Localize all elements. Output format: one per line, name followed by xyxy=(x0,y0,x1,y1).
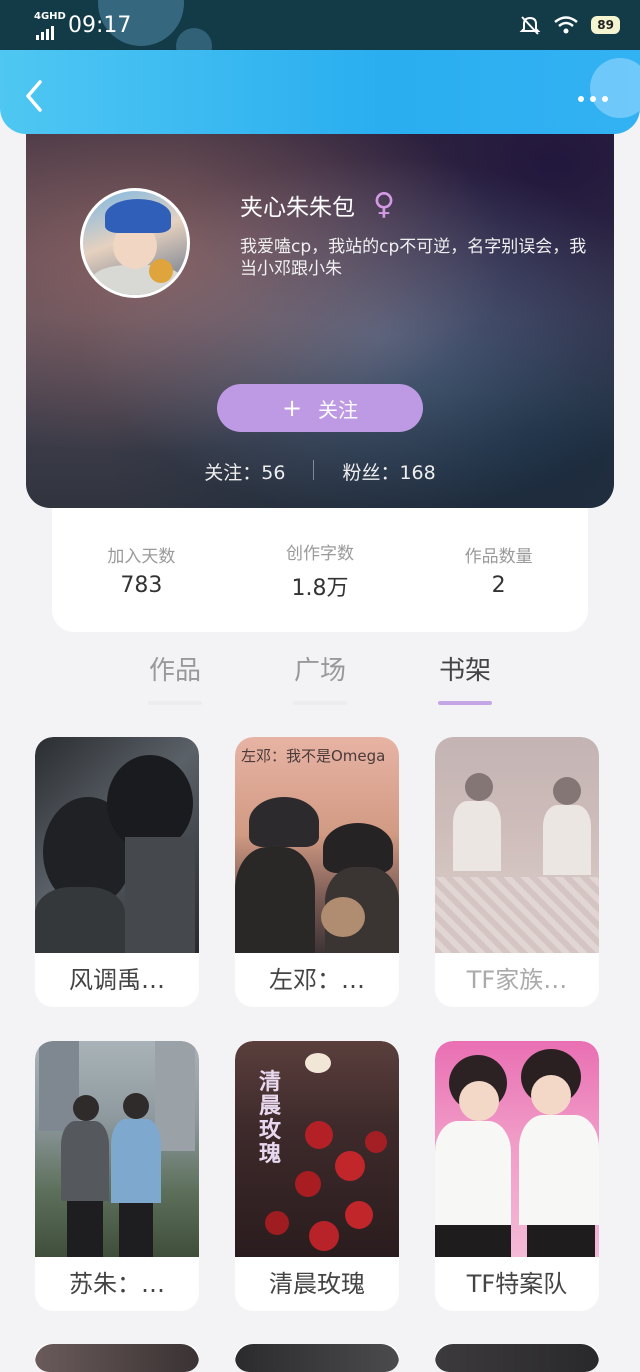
profile-card: 夹心朱朱包 ♀ 我爱嗑cp，我站的cp不可逆，名字别误会，我当小邓跟小朱 + 关… xyxy=(26,126,614,508)
book-cover xyxy=(235,1344,399,1372)
content-tabs: 作品 广场 书架 xyxy=(100,650,540,706)
tab-label: 书架 xyxy=(438,656,491,686)
book-cover: 清晨玫瑰 xyxy=(235,1041,399,1257)
book-card[interactable]: 左邓：我不是Omega 左邓：… xyxy=(235,737,399,1007)
stat-value: 783 xyxy=(120,573,163,598)
book-cover xyxy=(435,1344,599,1372)
following-count[interactable]: 关注：56 xyxy=(204,458,285,485)
signal-icon: 4GHD xyxy=(34,10,66,40)
book-card[interactable] xyxy=(435,1344,599,1372)
follow-button-label: 关注 xyxy=(318,397,359,422)
book-card[interactable] xyxy=(235,1344,399,1372)
decor-bubble xyxy=(590,58,640,118)
book-cover xyxy=(435,1041,599,1257)
tab-works[interactable]: 作品 xyxy=(130,650,220,705)
book-cover xyxy=(35,1344,199,1372)
stat-value: 1.8万 xyxy=(291,575,349,601)
tab-label: 广场 xyxy=(293,656,346,686)
stat-label: 作品数量 xyxy=(464,547,533,567)
divider xyxy=(313,460,315,480)
book-card[interactable]: 清晨玫瑰 清晨玫瑰 xyxy=(235,1041,399,1311)
tab-bookshelf[interactable]: 书架 xyxy=(420,650,510,705)
more-options-button[interactable] xyxy=(570,90,616,108)
book-card[interactable]: 苏朱：… xyxy=(35,1041,199,1311)
book-title: TF特案队 xyxy=(466,1270,568,1298)
book-cover xyxy=(35,737,199,953)
book-cover: 左邓：我不是Omega xyxy=(235,737,399,953)
book-title: 清晨玫瑰 xyxy=(269,1270,365,1298)
book-cover xyxy=(435,737,599,953)
tab-square[interactable]: 广场 xyxy=(275,650,365,705)
stat-value: 2 xyxy=(491,573,506,598)
status-time: 09:17 xyxy=(68,12,132,38)
decor-bubble xyxy=(176,28,212,50)
stat-label: 加入天数 xyxy=(107,547,176,567)
book-title: TF家族… xyxy=(466,966,568,994)
status-bar: 4GHD 09:17 89 xyxy=(0,0,640,50)
back-button[interactable] xyxy=(20,78,50,114)
stat-label: 创作字数 xyxy=(285,543,354,564)
network-type: 4GHD xyxy=(34,11,66,22)
user-stats: 加入天数 783 创作字数 1.8万 作品数量 2 xyxy=(52,508,588,632)
follow-button[interactable]: + 关注 xyxy=(217,384,423,432)
tab-indicator xyxy=(148,701,202,705)
book-card[interactable]: 风调禹… xyxy=(35,737,199,1007)
book-title: 苏朱：… xyxy=(69,1270,165,1298)
book-card[interactable]: TF特案队 xyxy=(435,1041,599,1311)
plus-icon: + xyxy=(281,394,303,422)
follow-counts: 关注：56 粉丝：168 xyxy=(26,458,614,485)
female-gender-icon: ♀ xyxy=(373,187,395,222)
chevron-left-icon xyxy=(26,80,42,112)
more-horizontal-icon xyxy=(578,96,584,102)
stat-works-count: 作品数量 2 xyxy=(424,542,574,598)
top-nav-bar xyxy=(0,50,640,134)
cover-text: 左邓：我不是Omega xyxy=(241,747,386,765)
book-title: 左邓：… xyxy=(269,966,365,994)
book-card[interactable] xyxy=(35,1344,199,1372)
fans-count[interactable]: 粉丝：168 xyxy=(342,458,435,485)
avatar[interactable] xyxy=(80,188,190,298)
tab-indicator xyxy=(293,701,347,705)
user-bio: 我爱嗑cp，我站的cp不可逆，名字别误会，我当小邓跟小朱 xyxy=(240,237,587,279)
tab-label: 作品 xyxy=(148,656,201,686)
tab-indicator xyxy=(438,701,492,705)
wifi-icon xyxy=(554,16,579,34)
user-nickname: 夹心朱朱包 xyxy=(240,195,355,221)
book-title: 风调禹… xyxy=(69,966,165,994)
cover-text: 清晨玫瑰 xyxy=(259,1070,282,1167)
book-card[interactable]: TF家族… xyxy=(435,737,599,1007)
stat-join-days: 加入天数 783 xyxy=(66,542,216,598)
battery-indicator: 89 xyxy=(591,16,620,34)
stat-word-count: 创作字数 1.8万 xyxy=(245,539,395,602)
book-cover xyxy=(35,1041,199,1257)
mute-bell-icon xyxy=(519,16,541,35)
